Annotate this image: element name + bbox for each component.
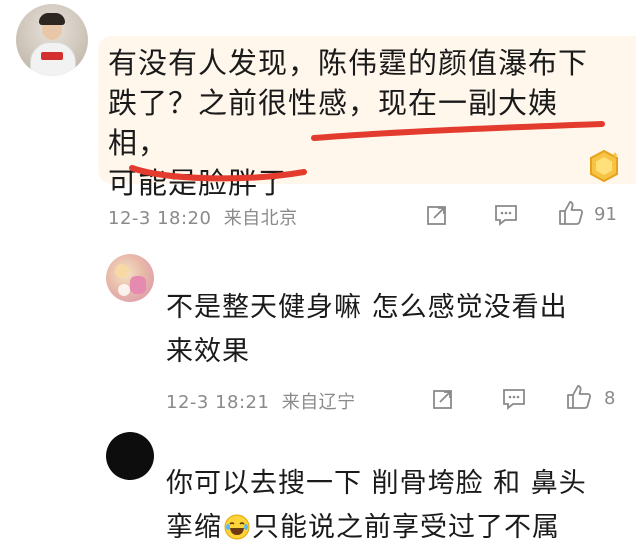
comment-2-location: 来自辽宁 bbox=[281, 392, 356, 413]
comment-1-line-3: 可能是脸胖了 bbox=[108, 166, 289, 200]
avatar-decor bbox=[118, 284, 130, 296]
comment-1-meta: 12-3 18:20 来自北京 bbox=[108, 204, 298, 230]
gold-gem-badge-icon bbox=[586, 148, 622, 184]
avatar-shirt-logo bbox=[41, 52, 63, 60]
commenter-2-avatar[interactable] bbox=[106, 254, 154, 302]
comment-1-line-1: 有没有人发现，陈伟霆的颜值瀑布下 bbox=[108, 46, 589, 80]
thumbs-up-icon[interactable] bbox=[564, 382, 594, 412]
comment-icon[interactable] bbox=[500, 386, 528, 412]
weibo-comment-thread: 有没有人发现，陈伟霆的颜值瀑布下 跌了？之前很性感，现在一副大姨相， 可能是脸胖… bbox=[0, 0, 636, 553]
comment-2-meta: 12-3 18:21 来自辽宁 bbox=[166, 388, 356, 414]
comment-2-line-2: 来效果 bbox=[166, 336, 250, 367]
comment-3-line-1: 你可以去搜一下 削骨垮脸 和 鼻头 bbox=[166, 468, 587, 499]
comment-3-line-2a: 挛缩 bbox=[166, 512, 222, 543]
avatar-decor bbox=[130, 276, 146, 294]
laugh-cry-emoji-icon bbox=[224, 514, 250, 540]
share-icon[interactable] bbox=[430, 386, 456, 412]
comment-1-line-2: 跌了？之前很性感，现在一副大姨相， bbox=[108, 86, 559, 160]
comment-3-line-2b: 只能说之前享受过了不属 bbox=[252, 512, 560, 543]
comment-2-time: 12-3 18:21 bbox=[166, 392, 270, 413]
comment-1-time: 12-3 18:20 bbox=[108, 208, 212, 229]
comment-3-text[interactable]: 你可以去搜一下 削骨垮脸 和 鼻头 挛缩 只能说之前享受过了不属 bbox=[166, 462, 626, 550]
comment-3-line-2: 挛缩 只能说之前享受过了不属 bbox=[166, 506, 626, 550]
comment-icon[interactable] bbox=[492, 202, 520, 228]
comment-1-text[interactable]: 有没有人发现，陈伟霆的颜值瀑布下 跌了？之前很性感，现在一副大姨相， 可能是脸胖… bbox=[108, 43, 608, 203]
commenter-1-avatar[interactable] bbox=[16, 4, 88, 76]
commenter-3-avatar[interactable] bbox=[106, 432, 154, 480]
comment-2-text[interactable]: 不是整天健身嘛 怎么感觉没看出 来效果 bbox=[166, 286, 616, 374]
comment-1-like-count: 91 bbox=[594, 204, 617, 225]
avatar-decor bbox=[115, 264, 129, 278]
share-icon[interactable] bbox=[424, 202, 450, 228]
avatar-hair bbox=[39, 13, 65, 25]
thumbs-up-icon[interactable] bbox=[556, 198, 586, 228]
comment-2-line-1: 不是整天健身嘛 怎么感觉没看出 bbox=[166, 292, 568, 323]
comment-2-like-count: 8 bbox=[604, 388, 616, 409]
comment-1-location: 来自北京 bbox=[223, 208, 298, 229]
